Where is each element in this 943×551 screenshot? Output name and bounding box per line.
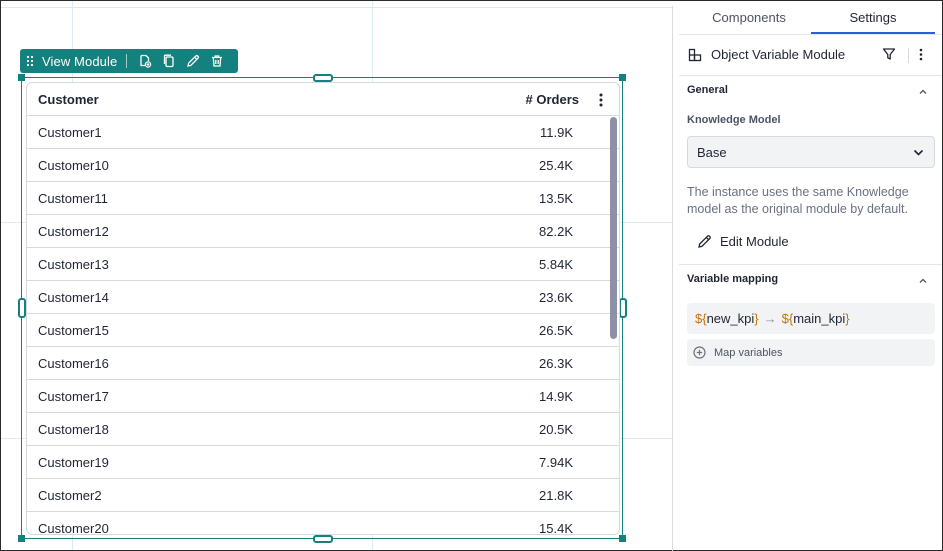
table-row[interactable]: Customer14 23.6K: [27, 281, 619, 314]
cell-customer: Customer17: [38, 389, 109, 404]
cell-customer: Customer12: [38, 224, 109, 239]
cell-customer: Customer15: [38, 323, 109, 338]
cell-orders: 23.6K: [539, 290, 573, 305]
filter-icon[interactable]: [882, 47, 896, 66]
variable-mapping-item[interactable]: ${new_kpi} → ${main_kpi}: [687, 303, 935, 334]
table-scrollbar[interactable]: [610, 117, 617, 339]
more-options-icon[interactable]: [593, 90, 609, 110]
view-module-button[interactable]: View Module: [40, 54, 123, 69]
toolbar-divider: [126, 54, 128, 68]
cell-orders: 7.94K: [539, 455, 573, 470]
map-variables-label: Map variables: [714, 346, 783, 359]
table-row[interactable]: Customer13 5.84K: [27, 248, 619, 281]
object-header: Object Variable Module: [679, 35, 942, 75]
table-row[interactable]: Customer15 26.5K: [27, 314, 619, 347]
knowledge-model-label: Knowledge Model: [687, 114, 781, 126]
object-title: Object Variable Module: [711, 47, 846, 62]
column-header-customer[interactable]: Customer: [38, 92, 99, 107]
column-header-orders[interactable]: # Orders: [526, 92, 579, 107]
table-row[interactable]: Customer2 21.8K: [27, 479, 619, 512]
edit-module-button[interactable]: Edit Module: [697, 230, 789, 252]
table-row[interactable]: Customer20 15.4K: [27, 512, 619, 535]
edit-module-label: Edit Module: [720, 233, 789, 249]
table-row[interactable]: Customer17 14.9K: [27, 380, 619, 413]
cell-orders: 5.84K: [539, 257, 573, 272]
settings-panel: Components Settings Object Variable Modu…: [679, 1, 942, 550]
cell-orders: 82.2K: [539, 224, 573, 239]
divider: [679, 264, 942, 265]
cell-customer: Customer18: [38, 422, 109, 437]
resize-handle-right[interactable]: [619, 298, 627, 318]
resize-handle-bottom[interactable]: [313, 535, 333, 543]
cell-customer: Customer14: [38, 290, 109, 305]
source-variable: new_kpi: [706, 311, 755, 326]
add-instance-icon[interactable]: [133, 49, 157, 73]
cell-customer: Customer11: [38, 191, 108, 206]
table-row[interactable]: Customer10 25.4K: [27, 149, 619, 182]
table-row[interactable]: Customer12 82.2K: [27, 215, 619, 248]
more-options-icon[interactable]: [919, 47, 923, 66]
chevron-up-icon[interactable]: [918, 84, 928, 102]
cell-orders: 20.5K: [539, 422, 573, 437]
resize-handle-top[interactable]: [313, 74, 333, 82]
resize-handle-left[interactable]: [18, 298, 26, 318]
divider: [679, 75, 942, 76]
table-row[interactable]: Customer1 11.9K: [27, 116, 619, 149]
table-body: Customer1 11.9K Customer10 25.4K Customer1…: [27, 116, 619, 535]
module-toolbar: View Module: [20, 49, 238, 73]
table-row[interactable]: Customer16 26.3K: [27, 347, 619, 380]
cell-customer: Customer1: [38, 125, 102, 140]
module-layout-icon: [688, 48, 702, 67]
resize-handle-bottom-right[interactable]: [619, 535, 626, 542]
help-text: The instance uses the same Knowledge mod…: [687, 185, 909, 216]
cell-orders: 25.4K: [539, 158, 573, 173]
drag-handle-icon[interactable]: [20, 49, 40, 73]
plus-circle-icon: [693, 346, 706, 359]
token-prefix: ${: [781, 311, 794, 326]
tab-components[interactable]: Components: [679, 1, 819, 34]
cell-orders: 13.5K: [539, 191, 573, 206]
table-row[interactable]: Customer18 20.5K: [27, 413, 619, 446]
cell-orders: 21.8K: [539, 488, 573, 503]
canvas-divider: [672, 6, 673, 551]
cell-orders: 11.9K: [539, 125, 573, 140]
knowledge-model-select[interactable]: Base: [687, 136, 935, 168]
cell-orders: 26.5K: [539, 323, 573, 338]
target-variable: main_kpi: [793, 311, 846, 326]
cell-customer: Customer2: [38, 488, 102, 503]
arrow-right-icon: →: [763, 311, 777, 326]
resize-handle-top-right[interactable]: [619, 74, 626, 81]
divider: [908, 48, 909, 63]
tab-settings[interactable]: Settings: [811, 1, 935, 34]
pencil-icon: [697, 234, 712, 249]
knowledge-model-value: Base: [697, 145, 727, 160]
chevron-up-icon[interactable]: [918, 273, 928, 291]
token-suffix: }: [845, 311, 850, 326]
resize-handle-top-left[interactable]: [18, 74, 25, 81]
cell-customer: Customer16: [38, 356, 109, 371]
token-prefix: ${: [695, 311, 707, 326]
resize-handle-bottom-left[interactable]: [18, 535, 25, 542]
chevron-down-icon: [912, 146, 925, 164]
cell-orders: 15.4K: [539, 521, 573, 535]
table-row[interactable]: Customer11 13.5K: [27, 182, 619, 215]
table-row[interactable]: Customer19 7.94K: [27, 446, 619, 479]
table-header: Customer # Orders: [27, 83, 619, 116]
cell-customer: Customer13: [38, 257, 109, 272]
canvas-top-edge: [1, 7, 672, 8]
cell-orders: 26.3K: [539, 356, 573, 371]
cell-customer: Customer20: [38, 521, 109, 535]
cell-orders: 14.9K: [539, 389, 573, 404]
section-title-variable-mapping[interactable]: Variable mapping: [687, 273, 778, 285]
map-variables-button[interactable]: Map variables: [687, 339, 935, 366]
data-table: Customer # Orders Customer1 11.9K Custome…: [26, 82, 620, 535]
duplicate-icon[interactable]: [157, 49, 181, 73]
cell-customer: Customer19: [38, 455, 109, 470]
token-suffix: }: [754, 311, 759, 326]
trash-icon[interactable]: [205, 49, 229, 73]
panel-tabs: Components Settings: [679, 1, 942, 34]
section-title-general[interactable]: General: [687, 84, 728, 96]
edit-icon[interactable]: [181, 49, 205, 73]
cell-customer: Customer10: [38, 158, 109, 173]
